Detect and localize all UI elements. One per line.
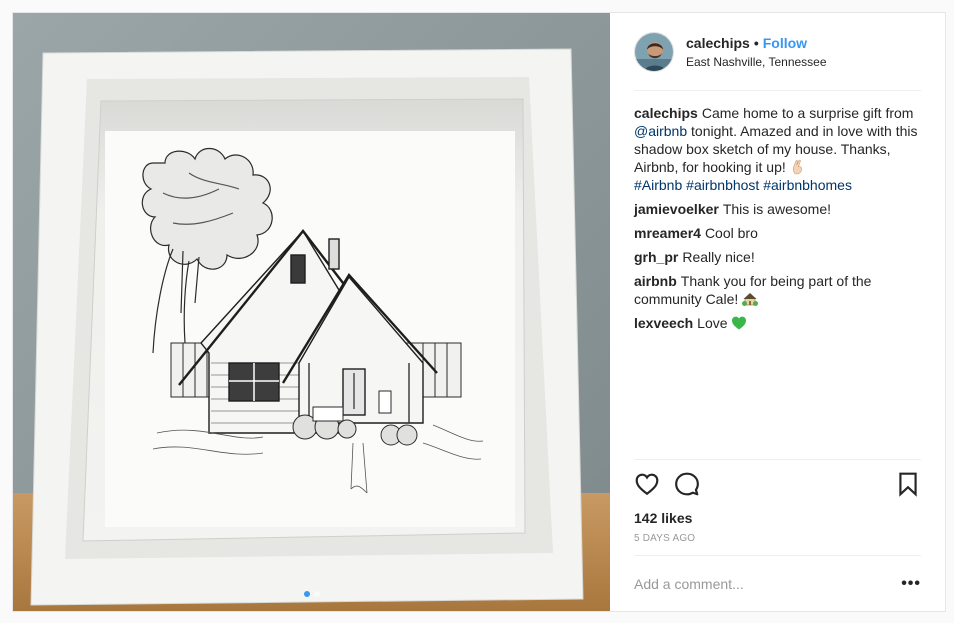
carousel-dot[interactable]	[313, 591, 320, 597]
author-username[interactable]: calechips	[686, 35, 750, 51]
post-card: calechips • Follow East Nashville, Tenness…	[12, 12, 946, 612]
post-timestamp[interactable]: 5 DAYS AGO	[634, 533, 921, 545]
location-link[interactable]: East Nashville, Tennessee	[686, 54, 827, 70]
mention-link[interactable]: @airbnb	[634, 123, 687, 139]
separator-dot: •	[753, 34, 759, 51]
comment-text: Cool bro	[704, 225, 758, 241]
crossed-fingers-emoji-icon	[792, 159, 802, 175]
caption-text-1: Came home to a surprise gift from	[701, 105, 914, 121]
header-text: calechips • Follow East Nashville, Tenness…	[686, 34, 827, 70]
comment-input[interactable]	[634, 575, 902, 592]
comment-username[interactable]: jamievoelker	[634, 201, 719, 217]
comment-item: airbnb Thank you for being part of the co…	[634, 272, 921, 308]
comment-item: mreamer4 Cool bro	[634, 224, 921, 242]
add-comment-bar: •••	[634, 555, 921, 611]
hashtag-link[interactable]: #airbnbhost	[686, 177, 759, 193]
post-image[interactable]	[13, 13, 610, 611]
post-header: calechips • Follow East Nashville, Tenness…	[634, 13, 921, 91]
likes-count[interactable]: 142 likes	[634, 509, 921, 527]
house-with-garden-emoji-icon	[742, 293, 759, 306]
comment-text: Really nice!	[682, 249, 755, 265]
carousel-dot-active[interactable]	[303, 591, 310, 597]
comment-item: lexveech Love	[634, 314, 921, 332]
comment-username[interactable]: airbnb	[634, 273, 677, 289]
comment-item: grh_pr Really nice!	[634, 248, 921, 266]
caption-username[interactable]: calechips	[634, 105, 698, 121]
comment-text: Love	[697, 315, 732, 331]
post-sidebar: calechips • Follow East Nashville, Tenness…	[610, 13, 945, 611]
more-options-icon[interactable]: •••	[901, 575, 921, 591]
comment-icon[interactable]	[674, 471, 700, 497]
carousel-indicator	[13, 591, 610, 597]
comment-text: This is awesome!	[722, 201, 831, 217]
green-heart-emoji-icon	[732, 316, 747, 330]
comment-username[interactable]: lexveech	[634, 315, 693, 331]
bookmark-icon[interactable]	[895, 471, 921, 497]
profile-photo-icon	[635, 32, 673, 71]
framed-house-sketch-photo	[13, 13, 610, 611]
avatar[interactable]	[634, 31, 674, 72]
action-bar	[634, 459, 921, 503]
post-footer: 142 likes 5 DAYS AGO •••	[634, 459, 921, 611]
follow-button[interactable]: Follow	[763, 35, 807, 51]
comment-username[interactable]: grh_pr	[634, 249, 678, 265]
hashtag-link[interactable]: #airbnbhomes	[763, 177, 852, 193]
heart-icon[interactable]	[634, 471, 660, 497]
comments-list: calechips Came home to a surprise gift fr…	[634, 91, 921, 338]
comment-item: jamievoelker This is awesome!	[634, 200, 921, 218]
header-user-line: calechips • Follow	[686, 34, 827, 52]
comment-username[interactable]: mreamer4	[634, 225, 701, 241]
hashtag-link[interactable]: #Airbnb	[634, 177, 682, 193]
caption: calechips Came home to a surprise gift fr…	[634, 104, 921, 194]
